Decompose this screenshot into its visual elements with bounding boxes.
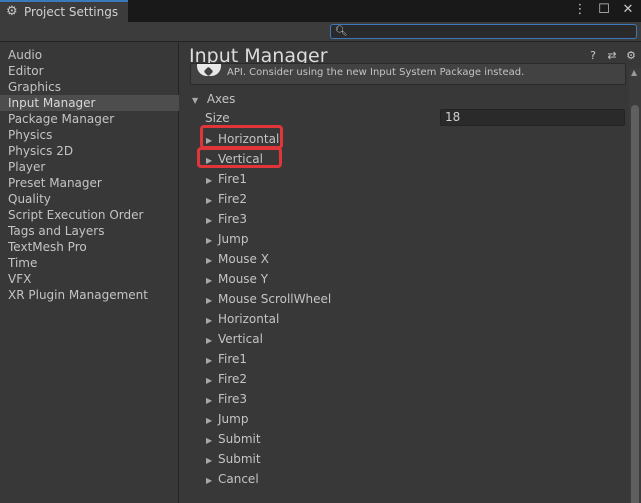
foldout-expanded-icon: ▼ [192,96,199,105]
foldout-collapsed-icon: ▶ [206,416,213,425]
foldout-collapsed-icon: ▶ [206,236,213,245]
settings-icon[interactable]: ⚙ [625,50,637,62]
axis-item[interactable]: ▶ Fire2 [206,369,626,389]
main-panel: Input Manager ? ⇄ ⚙ API. Consider using … [180,43,641,503]
sidebar-item[interactable]: Tags and Layers [0,223,179,239]
axis-label: Mouse ScrollWheel [218,292,332,306]
maximize-icon[interactable]: ☐ [597,2,611,18]
foldout-collapsed-icon: ▶ [206,476,213,485]
header-icons: ? ⇄ ⚙ [587,50,637,62]
axis-label: Mouse Y [218,272,269,286]
sidebar-item[interactable]: Time [0,255,179,271]
axis-label: Fire1 [218,172,248,186]
scrollbar-thumb[interactable] [631,105,639,503]
foldout-collapsed-icon: ▶ [206,396,213,405]
info-icon [197,64,221,76]
info-box: API. Consider using the new Input System… [190,63,626,85]
axis-label: Fire2 [218,192,248,206]
axes-list: ▶ Horizontal ▶ Vertical ▶ Fire1 ▶ Fire2 ▶ Fire3 ▶ J… [206,129,626,489]
foldout-collapsed-icon: ▶ [206,256,213,265]
size-label: Size [205,111,230,125]
axis-item[interactable]: ▶ Fire3 [206,389,626,409]
axis-item[interactable]: ▶ Cancel [206,469,626,489]
sidebar-item[interactable]: Audio [0,47,179,63]
gear-icon: ⚙ [6,4,18,19]
sidebar: Audio Editor Graphics Input Manager Package … [0,43,179,503]
axis-item[interactable]: ▶ Submit [206,429,626,449]
sidebar-list: Audio Editor Graphics Input Manager Package … [0,47,179,303]
axis-item[interactable]: ▶ Fire1 [206,169,626,189]
close-icon[interactable]: ✕ [621,2,635,18]
foldout-collapsed-icon: ▶ [206,196,213,205]
highlight-box-vertical [197,147,282,168]
axis-item[interactable]: ▶ Jump [206,229,626,249]
sidebar-item[interactable]: Input Manager [0,95,179,111]
sidebar-item[interactable]: XR Plugin Management [0,287,179,303]
foldout-collapsed-icon: ▶ [206,456,213,465]
axis-item[interactable]: ▶ Fire3 [206,209,626,229]
foldout-collapsed-icon: ▶ [206,216,213,225]
more-vert-icon[interactable]: ⋮ [573,2,587,18]
window-titlebar: ⚙ Project Settings ⋮ ☐ ✕ [0,0,641,22]
axis-label: Mouse X [218,252,269,266]
sidebar-item[interactable]: TextMesh Pro [0,239,179,255]
foldout-collapsed-icon: ▶ [206,336,213,345]
axis-label: Cancel [218,472,259,486]
axis-item[interactable]: ▶ Fire1 [206,349,626,369]
axes-foldout[interactable]: ▼ Axes [192,91,235,107]
axis-item[interactable]: ▶ Fire2 [206,189,626,209]
foldout-collapsed-icon: ▶ [206,276,213,285]
foldout-collapsed-icon: ▶ [206,296,213,305]
toolbar: 🔍︎ [0,22,641,42]
axis-label: Jump [218,412,249,426]
tab-project-settings[interactable]: ⚙ Project Settings [0,0,128,22]
axis-item[interactable]: ▶ Mouse Y [206,269,626,289]
search-input[interactable]: 🔍︎ [330,24,637,39]
axis-label: Fire1 [218,352,248,366]
sidebar-item[interactable]: Physics 2D [0,143,179,159]
axis-label: Vertical [218,332,263,346]
tab-title: Project Settings [24,5,119,19]
size-field[interactable]: 18 [440,109,625,126]
axis-item[interactable]: ▶ Vertical [206,329,626,349]
sidebar-item[interactable]: Physics [0,127,179,143]
axis-label: Horizontal [218,312,280,326]
axis-label: Fire3 [218,392,248,406]
axis-item[interactable]: ▶ Jump [206,409,626,429]
axis-item[interactable]: ▶ Submit [206,449,626,469]
help-icon[interactable]: ? [587,50,599,62]
sidebar-item[interactable]: Player [0,159,179,175]
foldout-collapsed-icon: ▶ [206,436,213,445]
foldout-collapsed-icon: ▶ [206,316,213,325]
sidebar-item[interactable]: Script Execution Order [0,207,179,223]
info-text: API. Consider using the new Input System… [227,67,525,78]
axis-item[interactable]: ▶ Mouse ScrollWheel [206,289,626,309]
sidebar-item[interactable]: Editor [0,63,179,79]
foldout-collapsed-icon: ▶ [206,176,213,185]
axis-item[interactable]: ▶ Mouse X [206,249,626,269]
scroll-up-icon[interactable]: ▲ [631,68,637,77]
search-icon: 🔍︎ [335,26,348,37]
sidebar-item[interactable]: Graphics [0,79,179,95]
axis-label: Fire2 [218,372,248,386]
foldout-collapsed-icon: ▶ [206,376,213,385]
sidebar-item[interactable]: Preset Manager [0,175,179,191]
axis-label: Jump [218,232,249,246]
window-controls: ⋮ ☐ ✕ [573,2,635,18]
foldout-collapsed-icon: ▶ [206,356,213,365]
axis-label: Fire3 [218,212,248,226]
highlight-box-horizontal [200,125,283,149]
sidebar-item[interactable]: VFX [0,271,179,287]
axis-label: Submit [218,452,261,466]
axis-label: Submit [218,432,261,446]
preset-icon[interactable]: ⇄ [606,50,618,62]
axes-label: Axes [206,92,236,106]
axis-item[interactable]: ▶ Horizontal [206,309,626,329]
scrollbar[interactable]: ▲ [629,68,641,503]
sidebar-item[interactable]: Quality [0,191,179,207]
sidebar-item[interactable]: Package Manager [0,111,179,127]
